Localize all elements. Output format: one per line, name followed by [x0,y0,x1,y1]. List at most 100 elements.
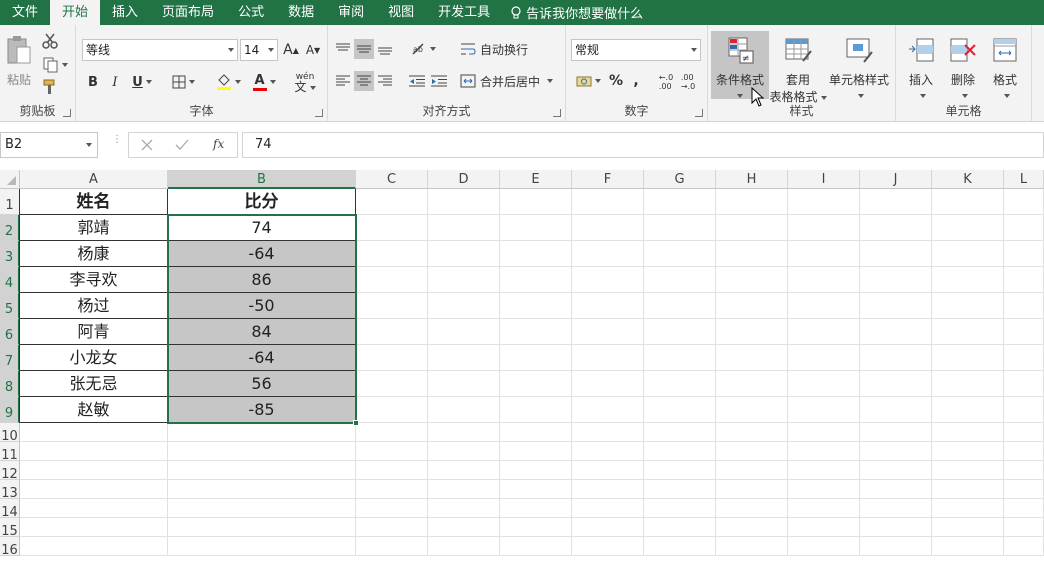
grid-cell[interactable] [932,537,1004,556]
tell-me-search[interactable]: 告诉我你想要做什么 [510,3,643,22]
grid-cell[interactable] [168,518,356,537]
grid-cell[interactable] [1004,241,1044,267]
cancel-icon[interactable] [141,139,153,151]
grid-cell[interactable] [500,423,572,442]
copy-button[interactable] [40,55,70,75]
grid-cell[interactable] [1004,189,1044,215]
formula-input[interactable]: 74 [242,132,1044,158]
grid-cell[interactable] [644,189,716,215]
column-header-h[interactable]: H [716,170,788,189]
row-header-8[interactable]: 8 [0,371,20,397]
grid-cell[interactable] [500,461,572,480]
grid-cell[interactable] [356,461,428,480]
dialog-launcher-icon[interactable] [63,109,71,117]
grid-cell[interactable] [572,423,644,442]
row-header-12[interactable]: 12 [0,461,20,482]
grid-cell[interactable] [788,293,860,319]
percent-style-button[interactable]: % [608,71,624,91]
row-header-16[interactable]: 16 [0,537,20,558]
grid-cell[interactable] [716,518,788,537]
row-header-4[interactable]: 4 [0,267,20,293]
name-box[interactable]: B2 [0,132,98,158]
grid-cell[interactable] [716,215,788,241]
grid-cell[interactable] [788,215,860,241]
font-name-select[interactable]: 等线 [82,39,238,61]
grid-cell[interactable] [356,518,428,537]
grid-cell[interactable] [500,442,572,461]
row-header-15[interactable]: 15 [0,518,20,539]
score-cell[interactable]: -50 [168,293,356,319]
grid-cell[interactable] [572,371,644,397]
grid-cell[interactable] [572,397,644,423]
tab-insert[interactable]: 插入 [100,0,150,25]
grid-cell[interactable] [932,397,1004,423]
column-header-b[interactable]: B [168,170,356,189]
grid-cell[interactable] [356,293,428,319]
grid-cell[interactable] [1004,480,1044,499]
grid-cell[interactable] [500,537,572,556]
align-middle-button[interactable] [354,39,374,59]
grid-cell[interactable] [932,293,1004,319]
grid-cell[interactable] [788,319,860,345]
column-header-c[interactable]: C [356,170,428,189]
grid-cell[interactable] [860,293,932,319]
grid-cell[interactable] [572,442,644,461]
grid-cell[interactable] [860,461,932,480]
grid-cell[interactable] [356,480,428,499]
grid-cell[interactable] [20,499,168,518]
grid-cell[interactable] [932,499,1004,518]
grid-cell[interactable] [500,189,572,215]
grid-cell[interactable] [644,537,716,556]
grid-cell[interactable] [932,480,1004,499]
grid-cell[interactable] [572,215,644,241]
grid-cell[interactable] [716,189,788,215]
format-cells-button[interactable]: 格式 [986,35,1024,102]
delete-cells-button[interactable]: 删除 [944,35,982,102]
grid-cell[interactable] [932,241,1004,267]
grid-cell[interactable] [500,241,572,267]
header-cell-score[interactable]: 比分 [168,189,356,215]
grid-cell[interactable] [788,442,860,461]
grid-cell[interactable] [716,267,788,293]
name-cell[interactable]: 赵敏 [20,397,168,423]
name-cell[interactable]: 张无忌 [20,371,168,397]
grid-cell[interactable] [1004,499,1044,518]
grid-cell[interactable] [1004,345,1044,371]
grid-cell[interactable] [356,319,428,345]
row-header-1[interactable]: 1 [0,189,20,215]
grid-cell[interactable] [644,345,716,371]
row-header-2[interactable]: 2 [0,215,20,241]
score-cell[interactable]: 86 [168,267,356,293]
increase-decimal-button[interactable]: ←.0.00 [656,71,676,93]
paste-button[interactable]: 粘贴 [2,35,36,88]
grid-cell[interactable] [168,480,356,499]
grid-cell[interactable] [500,499,572,518]
grid-cell[interactable] [428,215,500,241]
grid-cell[interactable] [644,518,716,537]
comma-style-button[interactable]: , [628,71,644,91]
grid-cell[interactable] [500,371,572,397]
grid-cell[interactable] [428,189,500,215]
grid-cell[interactable] [932,371,1004,397]
grid-cell[interactable] [20,461,168,480]
select-all-button[interactable] [0,170,20,189]
number-format-select[interactable]: 常规 [571,39,701,61]
grid-cell[interactable] [788,537,860,556]
column-header-j[interactable]: J [860,170,932,189]
align-top-button[interactable] [334,39,352,59]
grid-cell[interactable] [716,480,788,499]
grid-cell[interactable] [716,537,788,556]
align-bottom-button[interactable] [376,39,394,59]
grid-cell[interactable] [500,397,572,423]
row-header-6[interactable]: 6 [0,319,20,345]
grid-cell[interactable] [644,293,716,319]
grid-cell[interactable] [168,423,356,442]
grid-cell[interactable] [644,461,716,480]
column-header-l[interactable]: L [1004,170,1044,189]
font-color-button[interactable]: A [248,71,280,93]
grid-cell[interactable] [716,241,788,267]
grid-cell[interactable] [716,442,788,461]
grid-cell[interactable] [356,267,428,293]
grid-cell[interactable] [788,480,860,499]
cut-button[interactable] [40,31,60,51]
